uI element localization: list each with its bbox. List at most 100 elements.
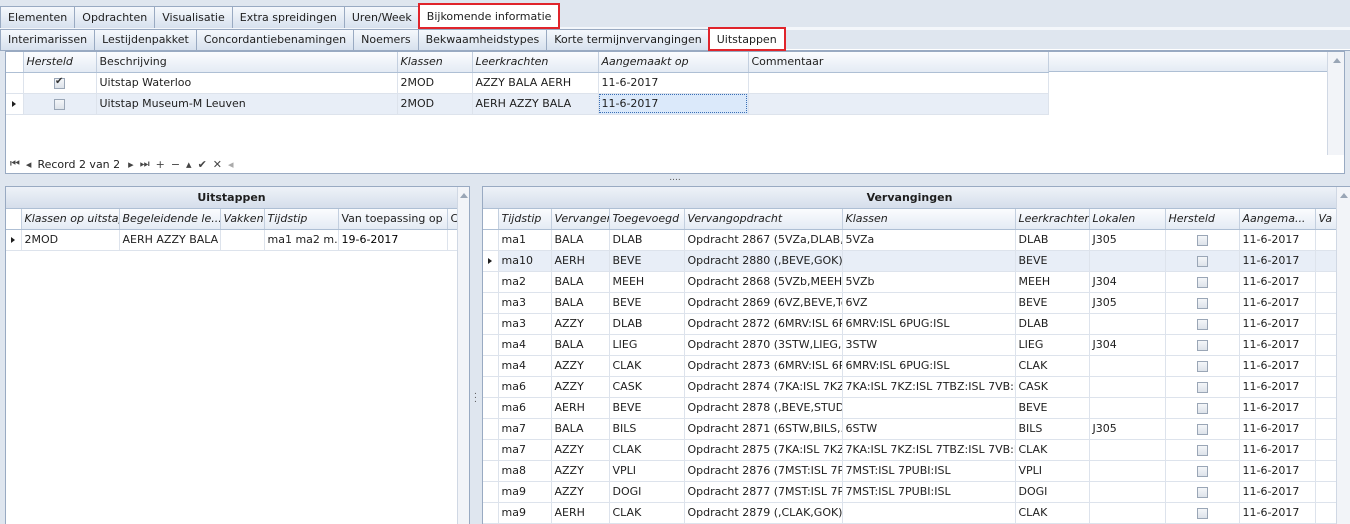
row-indicator[interactable] — [483, 271, 499, 293]
leerkrachten-cell[interactable]: DLAB — [1015, 229, 1090, 251]
lokalen-cell[interactable] — [1089, 481, 1166, 503]
hersteld-checkbox[interactable] — [1196, 297, 1208, 309]
begeleidende-cell[interactable]: AERH AZZY BALA — [119, 229, 221, 251]
table-row[interactable]: ma2 BALA MEEH Opdracht 2868 (5VZb,MEEH,... 5… — [483, 271, 1339, 293]
klassen-cell[interactable]: 2MOD — [397, 72, 473, 94]
klassen-cell[interactable]: 2MOD — [21, 229, 120, 251]
col-vakken[interactable]: Vakken — [220, 209, 265, 230]
tijdstip-cell[interactable]: ma9 — [498, 502, 552, 524]
leerkrachten-cell[interactable]: LIEG — [1015, 334, 1090, 356]
opdracht-cell[interactable]: Opdracht 2875 (7KA:ISL 7KZ... — [684, 439, 843, 461]
opdracht-cell[interactable]: Opdracht 2869 (6VZ,BEVE,To... — [684, 292, 843, 314]
col-commentaar[interactable]: Commentaar — [748, 52, 1049, 73]
col-vervangopdracht[interactable]: Vervangopdracht — [684, 209, 843, 230]
col-van-toepassing[interactable]: Van toepassing op — [338, 209, 448, 230]
klassen-cell[interactable]: 7MST:ISL 7PUBI:ISL — [842, 481, 1016, 503]
va-cell[interactable] — [1315, 355, 1339, 377]
opdracht-cell[interactable]: Opdracht 2870 (3STW,LIEG,... — [684, 334, 843, 356]
klassen-cell[interactable]: 7KA:ISL 7KZ:ISL 7TBZ:ISL 7VB:ISL — [842, 376, 1016, 398]
lokalen-cell[interactable] — [1089, 355, 1166, 377]
toegevoegd-cell[interactable]: DLAB — [609, 313, 685, 335]
tijdstip-cell[interactable]: ma7 — [498, 418, 552, 440]
aangemaakt-cell[interactable]: 11-6-2017 — [1239, 292, 1316, 314]
lokalen-cell[interactable] — [1089, 439, 1166, 461]
va-cell[interactable] — [1315, 481, 1339, 503]
row-indicator[interactable] — [6, 72, 24, 94]
hersteld-cell[interactable] — [1165, 292, 1240, 314]
vervangen-cell[interactable]: AERH — [551, 250, 610, 272]
vervangen-cell[interactable]: AZZY — [551, 313, 610, 335]
row-indicator[interactable] — [483, 502, 499, 524]
hersteld-checkbox[interactable] — [1196, 402, 1208, 414]
klassen-cell[interactable]: 6MRV:ISL 6PUG:ISL — [842, 355, 1016, 377]
table-row[interactable]: ma4 AZZY CLAK Opdracht 2873 (6MRV:ISL 6P...… — [483, 355, 1339, 377]
sub-tab-5[interactable]: Korte termijnvervangingen — [546, 29, 710, 50]
va-cell[interactable] — [1315, 271, 1339, 293]
va-cell[interactable] — [1315, 460, 1339, 482]
opdracht-cell[interactable]: Opdracht 2872 (6MRV:ISL 6P... — [684, 313, 843, 335]
vervangen-cell[interactable]: BALA — [551, 334, 610, 356]
row-indicator[interactable] — [6, 93, 24, 115]
hersteld-cell[interactable] — [1165, 418, 1240, 440]
opdracht-cell[interactable]: Opdracht 2873 (6MRV:ISL 6P... — [684, 355, 843, 377]
aangemaakt-cell[interactable]: 11-6-2017 — [1239, 313, 1316, 335]
toegevoegd-cell[interactable]: BEVE — [609, 397, 685, 419]
toegevoegd-cell[interactable]: CLAK — [609, 439, 685, 461]
klassen-cell[interactable]: 5VZb — [842, 271, 1016, 293]
lokalen-cell[interactable] — [1089, 502, 1166, 524]
main-tab-0[interactable]: Elementen — [0, 6, 76, 28]
hersteld-cell[interactable] — [1165, 397, 1240, 419]
leerkrachten-cell[interactable]: MEEH — [1015, 271, 1090, 293]
col-tijdstip[interactable]: Tijdstip — [264, 209, 339, 230]
col-tijdstip[interactable]: Tijdstip — [498, 209, 552, 230]
opdracht-cell[interactable]: Opdracht 2871 (6STW,BILS,... — [684, 418, 843, 440]
vervangen-cell[interactable]: BALA — [551, 292, 610, 314]
vervangen-cell[interactable]: AZZY — [551, 355, 610, 377]
aangemaakt-cell[interactable]: 11-6-2017 — [1239, 418, 1316, 440]
right-panel-vscroll[interactable] — [1336, 187, 1350, 524]
lokalen-cell[interactable] — [1089, 250, 1166, 272]
lokalen-cell[interactable] — [1089, 460, 1166, 482]
main-tab-1[interactable]: Opdrachten — [74, 6, 156, 28]
col-klassen[interactable]: Klassen — [842, 209, 1016, 230]
toegevoegd-cell[interactable]: CLAK — [609, 355, 685, 377]
hersteld-cell[interactable] — [1165, 334, 1240, 356]
leerkrachten-cell[interactable]: AZZY BALA AERH — [472, 72, 599, 94]
lokalen-cell[interactable]: J305 — [1089, 229, 1166, 251]
lokalen-cell[interactable]: J304 — [1089, 334, 1166, 356]
next-record-icon[interactable]: ▸ — [128, 158, 134, 171]
hersteld-checkbox[interactable] — [1196, 423, 1208, 435]
vervangen-cell[interactable]: AERH — [551, 502, 610, 524]
col-vervangen[interactable]: Vervangen — [551, 209, 610, 230]
hersteld-checkbox[interactable] — [1196, 381, 1208, 393]
hersteld-checkbox[interactable] — [54, 76, 65, 89]
table-row[interactable]: ma10 AERH BEVE Opdracht 2880 (,BEVE,GOK) BEV… — [483, 250, 1339, 272]
col-beschrijving[interactable]: Beschrijving — [96, 52, 398, 73]
sub-tab-0[interactable]: Interimarissen — [0, 29, 96, 50]
sub-tab-2[interactable]: Concordantiebenamingen — [195, 29, 355, 50]
row-indicator[interactable] — [6, 229, 22, 251]
klassen-cell[interactable]: 6VZ — [842, 292, 1016, 314]
commentaar-cell[interactable] — [748, 72, 1049, 94]
hersteld-checkbox[interactable] — [1196, 465, 1208, 477]
add-record-icon[interactable]: + — [156, 158, 165, 171]
first-record-icon[interactable]: ⏮ — [10, 157, 20, 171]
hersteld-cell[interactable] — [23, 72, 97, 94]
aangemaakt-cell[interactable]: 11-6-2017 — [1239, 481, 1316, 503]
va-cell[interactable] — [1315, 397, 1339, 419]
toegevoegd-cell[interactable]: CASK — [609, 376, 685, 398]
row-indicator[interactable] — [483, 481, 499, 503]
klassen-cell[interactable]: 3STW — [842, 334, 1016, 356]
toegevoegd-cell[interactable]: BILS — [609, 418, 685, 440]
sub-tab-3[interactable]: Noemers — [353, 29, 419, 50]
col-klassen-op-uitstap[interactable]: Klassen op uitstap — [21, 209, 120, 230]
hersteld-checkbox[interactable] — [1196, 234, 1208, 246]
commentaar-cell[interactable] — [748, 93, 1049, 115]
tijdstip-cell[interactable]: ma3 — [498, 313, 552, 335]
hersteld-checkbox[interactable] — [1196, 318, 1208, 330]
klassen-cell[interactable]: 2MOD — [397, 93, 473, 115]
va-cell[interactable] — [1315, 418, 1339, 440]
col-aangemaakt[interactable]: Aangema... — [1239, 209, 1316, 230]
horizontal-splitter[interactable]: .... — [0, 174, 1350, 185]
klassen-cell[interactable] — [842, 502, 1016, 524]
